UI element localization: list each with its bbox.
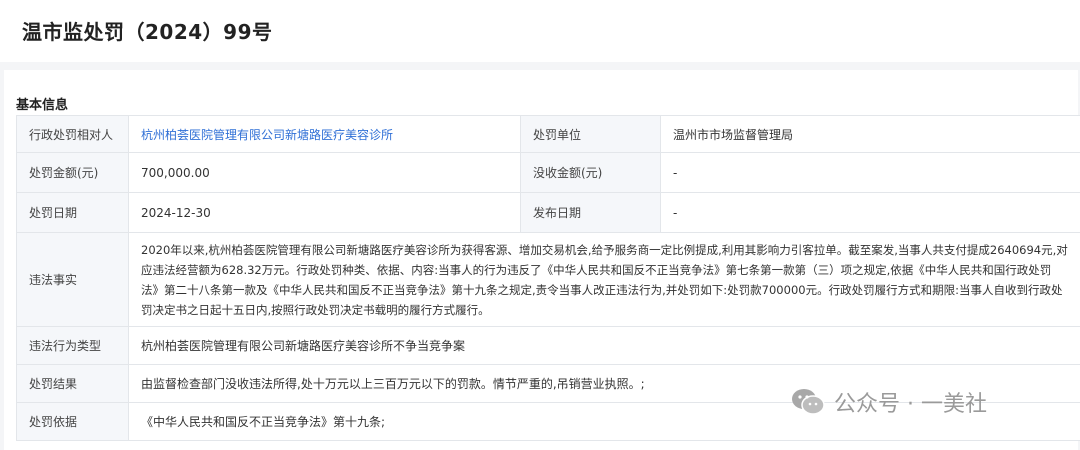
page-title: 温市监处罚（2024）99号 <box>22 16 273 45</box>
table-row: 处罚日期 2024-12-30 发布日期 - <box>17 193 1080 233</box>
wechat-icon <box>790 387 826 417</box>
confiscation-value: - <box>661 153 1080 193</box>
publish-value: - <box>661 193 1080 233</box>
type-value: 杭州柏荟医院管理有限公司新塘路医疗美容诊所不争当竞争案 <box>129 327 1080 365</box>
amount-value: 700,000.00 <box>129 153 521 193</box>
table-row: 违法行为类型 杭州柏荟医院管理有限公司新塘路医疗美容诊所不争当竞争案 <box>17 327 1080 365</box>
facts-label: 违法事实 <box>17 233 129 327</box>
authority-value: 温州市市场监督管理局 <box>661 116 1080 153</box>
watermark: 公众号 · 一美社 <box>790 386 987 418</box>
result-label: 处罚结果 <box>17 365 129 403</box>
publish-label: 发布日期 <box>521 193 661 233</box>
watermark-text: 公众号 · 一美社 <box>834 386 987 418</box>
facts-value: 2020年以来,杭州柏荟医院管理有限公司新塘路医疗美容诊所为获得客源、增加交易机… <box>129 233 1080 327</box>
section-title: 基本信息 <box>16 94 68 113</box>
date-value: 2024-12-30 <box>129 193 521 233</box>
table-row: 处罚金额(元) 700,000.00 没收金额(元) - <box>17 153 1080 193</box>
date-label: 处罚日期 <box>17 193 129 233</box>
table-row: 行政处罚相对人 杭州柏荟医院管理有限公司新塘路医疗美容诊所 处罚单位 温州市市场… <box>17 116 1080 153</box>
authority-label: 处罚单位 <box>521 116 661 153</box>
amount-label: 处罚金额(元) <box>17 153 129 193</box>
table-row: 违法事实 2020年以来,杭州柏荟医院管理有限公司新塘路医疗美容诊所为获得客源、… <box>17 233 1080 327</box>
basis-label: 处罚依据 <box>17 403 129 441</box>
title-bar: 温市监处罚（2024）99号 <box>0 0 1080 62</box>
party-link[interactable]: 杭州柏荟医院管理有限公司新塘路医疗美容诊所 <box>141 128 393 142</box>
type-label: 违法行为类型 <box>17 327 129 365</box>
party-label: 行政处罚相对人 <box>17 116 129 153</box>
confiscation-label: 没收金额(元) <box>521 153 661 193</box>
